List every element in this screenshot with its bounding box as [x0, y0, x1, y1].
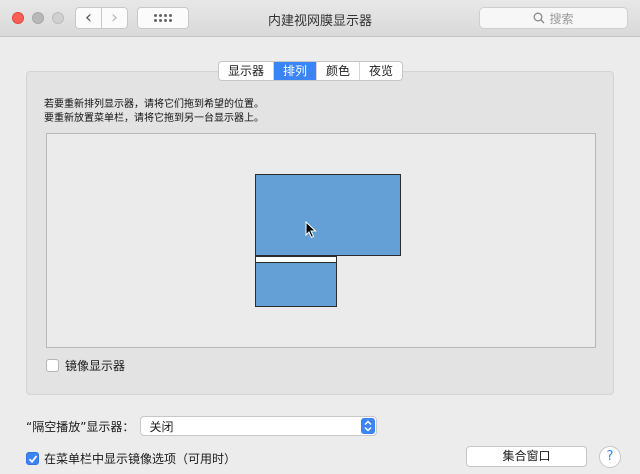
back-button[interactable]: ‹ — [75, 7, 102, 29]
help-button[interactable]: ? — [599, 446, 621, 468]
primary-display[interactable] — [255, 174, 401, 256]
search-placeholder: 搜索 — [549, 11, 574, 26]
chevron-left-icon: ‹ — [84, 7, 93, 28]
tab-night-shift[interactable]: 夜览 — [360, 62, 402, 80]
airplay-label: “隔空播放”显示器： — [26, 419, 135, 434]
forward-button[interactable]: › — [101, 7, 128, 29]
airplay-row: “隔空播放”显示器： 关闭 — [26, 416, 378, 436]
instruction-line-1: 若要重新排列显示器，请将它们拖到希望的位置。 — [44, 99, 264, 110]
chevron-right-icon: › — [110, 7, 119, 28]
updown-arrows-icon — [361, 418, 376, 434]
zoom-button[interactable] — [52, 12, 64, 24]
airplay-value: 关闭 — [149, 419, 174, 434]
window-title: 内建视网膜显示器 — [267, 14, 372, 29]
mirror-displays-label: 镜像显示器 — [65, 359, 126, 373]
arrow-cursor-icon — [305, 221, 317, 239]
menu-bar-strip[interactable] — [256, 257, 336, 263]
display-arrangement-area — [46, 133, 596, 348]
gather-windows-button[interactable]: 集合窗口 — [466, 446, 587, 467]
instruction-line-2: 要重新放置菜单栏，请将它拖到另一台显示器上。 — [44, 113, 264, 124]
tab-display[interactable]: 显示器 — [219, 62, 275, 80]
magnifier-icon — [534, 12, 545, 24]
menu-bar-option-row: 在菜单栏中显示镜像选项（可用时） — [26, 450, 236, 467]
title-bar: ‹ › 内建视网膜显示器 搜索 — [0, 0, 640, 37]
tab-color[interactable]: 颜色 — [317, 62, 361, 80]
close-button[interactable] — [12, 12, 24, 24]
arrangement-instructions: 若要重新排列显示器，请将它们拖到希望的位置。 要重新放置菜单栏，请将它拖到另一台… — [44, 98, 264, 126]
checkmark-icon — [28, 454, 37, 463]
show-mirroring-label: 在菜单栏中显示镜像选项（可用时） — [44, 452, 237, 466]
show-all-button[interactable] — [137, 7, 189, 29]
show-mirroring-checkbox[interactable] — [26, 452, 39, 465]
secondary-display[interactable] — [255, 256, 337, 307]
minimize-button[interactable] — [32, 12, 44, 24]
mirror-displays-row: 镜像显示器 — [46, 357, 125, 374]
search-field[interactable]: 搜索 — [479, 7, 628, 29]
tab-arrangement[interactable]: 排列 — [274, 62, 318, 80]
airplay-select[interactable]: 关闭 — [140, 416, 378, 436]
mirror-displays-checkbox[interactable] — [46, 359, 59, 372]
tab-bar: 显示器 排列 颜色 夜览 — [218, 61, 404, 81]
grid-icon — [154, 14, 172, 22]
